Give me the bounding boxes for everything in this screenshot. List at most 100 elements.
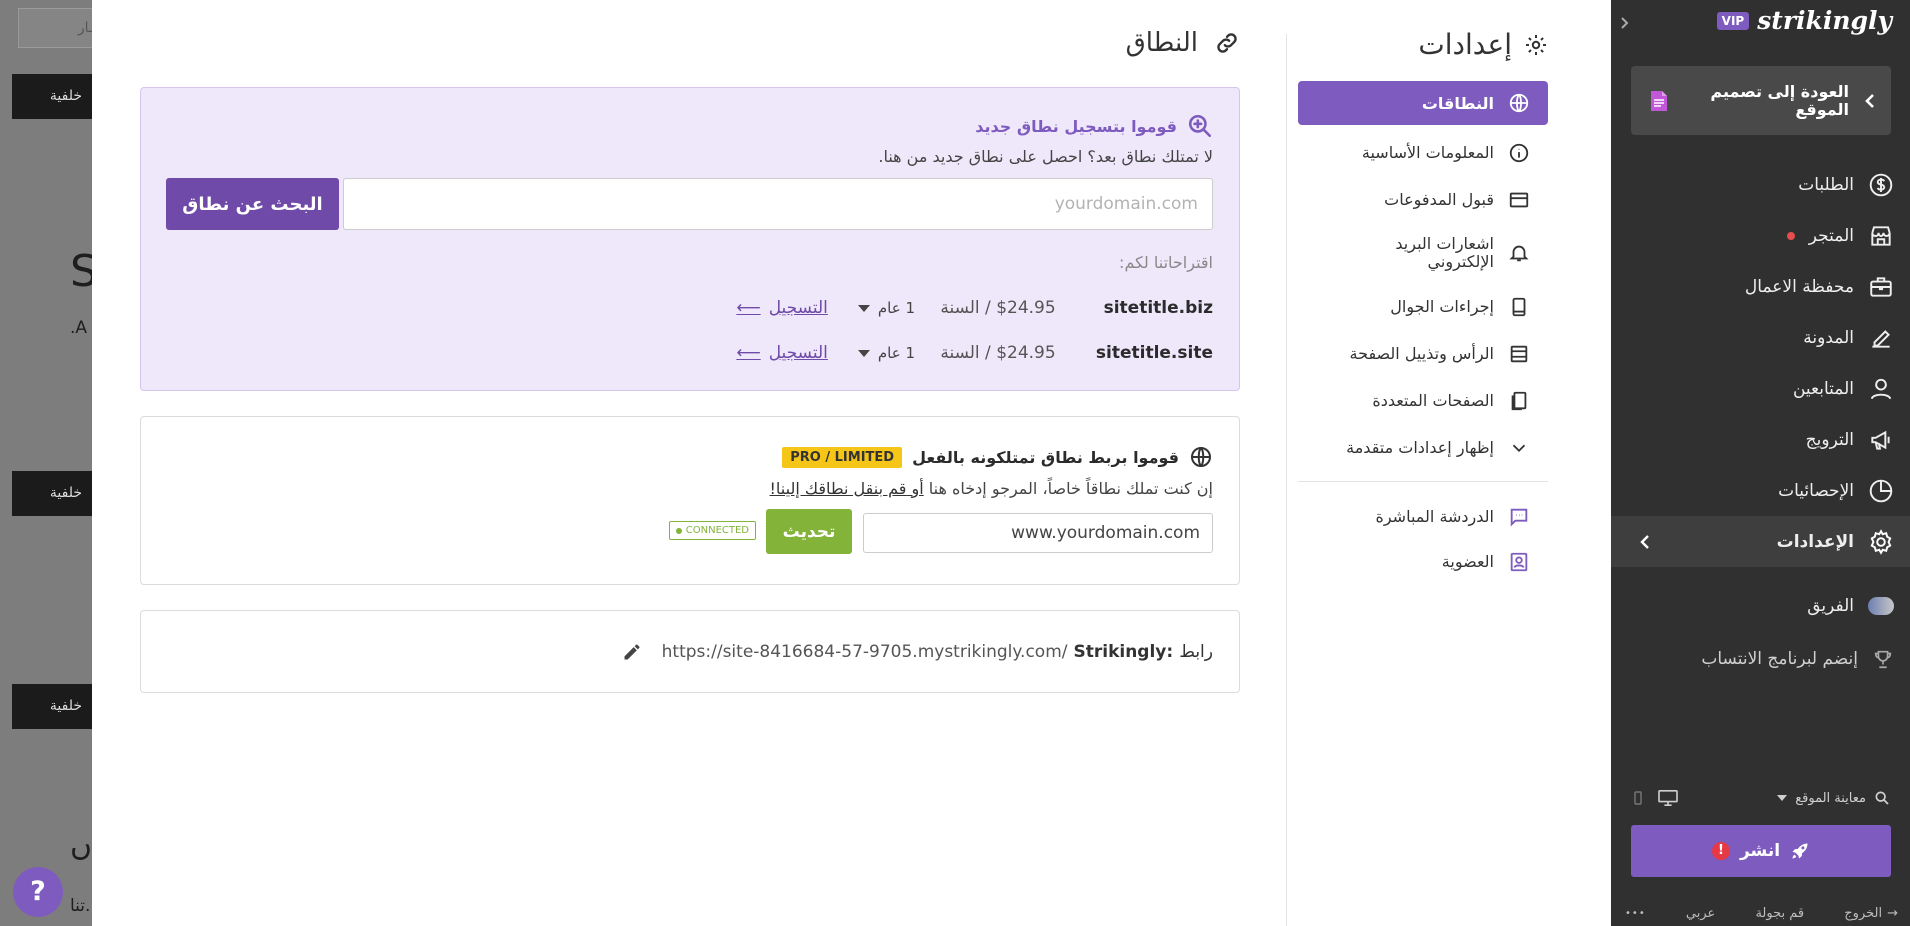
sidebar-item-label: المتابعين [1792, 378, 1854, 399]
sidebar-item-affiliate[interactable]: إنضم لبرنامج الانتساب [1611, 631, 1910, 687]
chevron-left-icon [1639, 533, 1651, 551]
preview-site-label[interactable]: معاينة الموقع [1795, 791, 1866, 806]
nav-item-header-footer[interactable]: الرأس وتذييل الصفحة [1298, 330, 1548, 377]
nav-item-label: اشعارات البريد الإلكتروني [1395, 234, 1494, 271]
sidebar-item-label: الترويج [1805, 429, 1854, 450]
register-link[interactable]: التسجيل ⟵ [736, 343, 828, 363]
pie-icon [1868, 478, 1894, 504]
back-to-design-button[interactable]: العودة إلى تصميم الموقع [1631, 66, 1891, 135]
term-value: 1 عام [877, 299, 915, 317]
url-label-prefix: رابط [1179, 641, 1213, 662]
status-dot-icon [675, 527, 682, 534]
chevron-left-icon [1863, 90, 1877, 112]
strikingly-url-value: https://site-8416684-57-9705.mystrikingl… [661, 641, 1068, 662]
bell-icon [1508, 242, 1530, 264]
term-select[interactable]: 1 عام [857, 344, 915, 362]
domain-panel: النطاق قوموا بتسجيل نطاق جديد لا تمتلك ن… [140, 0, 1240, 926]
nav-item-membership[interactable]: العضوية [1298, 539, 1548, 584]
pencil-edit-icon[interactable] [622, 642, 642, 662]
header-footer-icon [1508, 343, 1530, 365]
nav-item-label: العضوية [1441, 552, 1494, 571]
take-tour-link[interactable]: قم بجولة [1755, 906, 1804, 921]
suggested-price: $24.95 / السنة [940, 298, 1056, 318]
register-subtitle: لا تمتلك نطاق بعد؟ احصل على نطاق جديد من… [878, 147, 1213, 166]
register-link[interactable]: التسجيل ⟵ [736, 298, 828, 318]
suggested-domain: sitetitle.biz [1103, 298, 1213, 318]
help-button[interactable]: ? [13, 867, 63, 917]
nav-item-multiple-pages[interactable]: الصفحات المتعددة [1298, 377, 1548, 424]
nav-item-show-advanced[interactable]: إظهار إعدادات متقدمة [1298, 424, 1548, 471]
briefcase-icon [1868, 274, 1894, 300]
notification-dot-icon [1786, 231, 1795, 240]
nav-item-live-chat[interactable]: الدردشة المباشرة [1298, 494, 1548, 539]
settings-title: إعدادات [1418, 28, 1512, 61]
transfer-domain-link[interactable]: أو قم بنقل نطاقك إلينا! [770, 479, 924, 498]
sidebar-item-audience[interactable]: المتابعين [1611, 363, 1910, 414]
desktop-icon[interactable] [1657, 789, 1679, 807]
store-icon [1868, 223, 1894, 249]
logout-link[interactable]: → الخروج [1844, 906, 1898, 921]
sidebar-item-store[interactable]: المتجر [1611, 210, 1910, 261]
publish-button[interactable]: انشر ! [1631, 825, 1891, 877]
sidebar-item-orders[interactable]: الطلبات [1611, 159, 1910, 210]
mobile-icon[interactable] [1633, 790, 1643, 806]
preview-devices [1633, 789, 1679, 807]
sidebar-item-label: الإعدادات [1776, 531, 1854, 552]
register-heading-text: قوموا بتسجيل نطاق جديد [975, 116, 1177, 136]
nav-item-email-notifications[interactable]: اشعارات البريد الإلكتروني [1298, 223, 1548, 283]
team-avatar-icon [1868, 596, 1894, 615]
nav-item-basic-info[interactable]: المعلومات الأساسية [1298, 129, 1548, 176]
suggested-price: $24.95 / السنة [940, 343, 1056, 363]
vip-badge: VIP [1716, 11, 1750, 30]
sidebar-item-label: محفظة الاعمال [1744, 276, 1854, 297]
background-bar: خلفية [12, 74, 92, 119]
connect-heading: قوموا بربط نطاق تمتلكونه بالفعل PRO / LI… [782, 445, 1213, 469]
connected-status-badge: CONNECTED [668, 521, 756, 540]
membership-icon [1508, 551, 1530, 573]
link-icon [1214, 30, 1240, 56]
caret-down-icon[interactable] [1777, 795, 1788, 801]
own-domain-input[interactable] [863, 513, 1213, 553]
strikingly-url-line: رابط Strikingly: https://site-8416684-57… [622, 642, 1213, 662]
gear-icon [1524, 33, 1548, 57]
suggestions-label: اقتراحاتنا لكم: [1119, 253, 1213, 272]
connect-domain-card: قوموا بربط نطاق تمتلكونه بالفعل PRO / LI… [140, 416, 1240, 585]
sidebar-item-settings[interactable]: الإعدادات [1611, 516, 1910, 567]
strikingly-url-card: رابط Strikingly: https://site-8416684-57… [140, 610, 1240, 693]
sidebar-item-analytics[interactable]: الإحصائيات [1611, 465, 1910, 516]
sidebar-item-blog[interactable]: المدونة [1611, 312, 1910, 363]
site-doc-icon [1649, 90, 1669, 112]
search-domain-button[interactable]: البحث عن نطاق [166, 178, 339, 230]
update-button[interactable]: تحديث [766, 509, 852, 554]
caret-down-icon [857, 304, 870, 312]
chevron-right-icon[interactable] [1617, 12, 1633, 34]
sidebar-item-team[interactable]: الفريق [1611, 580, 1910, 631]
publish-label: انشر [1739, 841, 1781, 861]
register-heading: قوموا بتسجيل نطاق جديد [975, 113, 1213, 139]
nav-item-payments[interactable]: قبول المدفوعات [1298, 176, 1548, 223]
term-select[interactable]: 1 عام [857, 299, 915, 317]
search-icon [1874, 790, 1890, 806]
sidebar-item-marketing[interactable]: الترويج [1611, 414, 1910, 465]
nav-item-mobile-actions[interactable]: إجراءات الجوال [1298, 283, 1548, 330]
strikingly-logo: strikingly [1757, 6, 1892, 35]
nav-item-label: قبول المدفوعات [1384, 190, 1494, 209]
language-link[interactable]: عربي [1686, 906, 1715, 921]
arrow-right-icon: → [1887, 905, 1898, 921]
domain-search-input[interactable] [343, 178, 1213, 230]
search-plus-icon [1187, 113, 1213, 139]
nav-item-label: النطاقات [1421, 93, 1494, 113]
nav-item-label: المعلومات الأساسية [1361, 143, 1494, 162]
brand: strikingly VIP [1716, 6, 1892, 35]
connect-description: إن كنت تملك نطاقاً خاصاً، المرجو إدخاه ه… [770, 479, 1213, 498]
team-label: الفريق [1807, 595, 1854, 616]
nav-item-label: الرأس وتذييل الصفحة [1349, 344, 1494, 363]
suggestion-row: sitetitle.biz $24.95 / السنة 1 عام التسج… [167, 293, 1213, 323]
sidebar-item-portfolio[interactable]: محفظة الاعمال [1611, 261, 1910, 312]
transfer-link-text: قم بنقل نطاقك إلينا! [769, 479, 907, 498]
pro-limited-badge: PRO / LIMITED [782, 446, 903, 468]
connect-heading-text: قوموا بربط نطاق تمتلكونه بالفعل [912, 447, 1179, 467]
nav-item-domains[interactable]: النطاقات [1298, 81, 1548, 125]
more-options-icon[interactable]: ••• [1625, 908, 1646, 919]
suggestion-row: sitetitle.site $24.95 / السنة 1 عام التس… [167, 338, 1213, 368]
